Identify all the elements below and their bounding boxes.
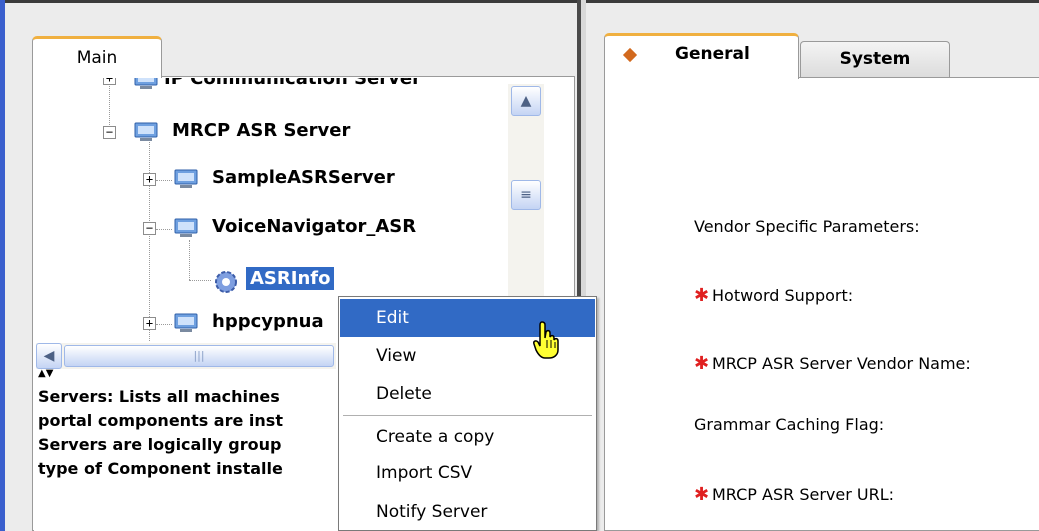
field-grammar-caching-flag: Grammar Caching Flag: bbox=[694, 415, 885, 434]
tree-node-label[interactable]: VoiceNavigator_ASR bbox=[212, 216, 416, 237]
tree-expander[interactable]: − bbox=[103, 126, 116, 139]
required-asterisk-icon: ✱ bbox=[694, 484, 710, 505]
field-hotword-support: ✱ Hotword Support: bbox=[694, 285, 854, 306]
tree-expander[interactable]: + bbox=[103, 78, 116, 85]
tree-node-label[interactable]: hppcypnua bbox=[212, 311, 324, 332]
tree-connector bbox=[156, 180, 172, 181]
server-icon bbox=[134, 78, 158, 89]
field-vendor-specific-parameters: Vendor Specific Parameters: bbox=[694, 217, 920, 236]
scroll-up-button[interactable]: ▲ bbox=[511, 86, 541, 116]
tree-connector bbox=[189, 280, 211, 281]
server-icon bbox=[174, 218, 198, 237]
active-tab-diamond-icon bbox=[622, 47, 638, 63]
tree-expander[interactable]: + bbox=[143, 317, 156, 330]
menu-separator bbox=[343, 415, 592, 416]
required-asterisk-icon: ✱ bbox=[694, 353, 710, 374]
field-vendor-name: ✱ MRCP ASR Server Vendor Name: bbox=[694, 353, 971, 374]
scroll-left-button[interactable]: ◀ bbox=[36, 343, 62, 369]
description-pane: Servers: Lists all machines portal compo… bbox=[34, 381, 344, 531]
tree-node-label[interactable]: SampleASRServer bbox=[212, 167, 395, 188]
required-asterisk-icon: ✱ bbox=[694, 285, 710, 306]
tree-expander[interactable]: − bbox=[143, 222, 156, 235]
tab-general-label: General bbox=[675, 44, 750, 64]
scroll-thumb-horizontal[interactable]: ||| bbox=[64, 345, 334, 367]
pane-splitter-arrows[interactable]: ▲▼ bbox=[38, 369, 53, 379]
tree-connector bbox=[156, 324, 172, 325]
server-icon bbox=[174, 313, 198, 332]
tab-general[interactable]: General bbox=[604, 33, 799, 79]
tree-connector bbox=[189, 240, 190, 280]
tree-horizontal-scrollbar[interactable]: ◀ ||| bbox=[36, 343, 336, 369]
tree-connector bbox=[156, 229, 172, 230]
gear-icon bbox=[215, 271, 237, 293]
tree-expander[interactable]: + bbox=[143, 173, 156, 186]
tree-connector bbox=[149, 140, 150, 342]
tab-main[interactable]: Main bbox=[32, 36, 162, 78]
tab-system[interactable]: System bbox=[800, 41, 950, 77]
field-server-url: ✱ MRCP ASR Server URL: bbox=[694, 484, 895, 505]
scroll-thumb[interactable]: ≡ bbox=[511, 180, 541, 210]
hand-pointer-icon bbox=[533, 321, 559, 359]
server-icon bbox=[174, 169, 198, 188]
tree-node-label-selected[interactable]: ASRInfo bbox=[246, 267, 335, 290]
server-icon bbox=[134, 122, 158, 141]
description-text: Servers: Lists all machines portal compo… bbox=[38, 387, 283, 478]
menu-item-create-copy[interactable]: Create a copy bbox=[340, 418, 595, 456]
menu-item-notify-server[interactable]: Notify Server bbox=[340, 493, 595, 531]
tree-node-label[interactable]: IP Communication Server bbox=[164, 78, 421, 89]
tree-node-label[interactable]: MRCP ASR Server bbox=[172, 120, 350, 141]
menu-item-delete[interactable]: Delete bbox=[340, 375, 595, 413]
menu-item-import-csv[interactable]: Import CSV bbox=[340, 454, 595, 492]
